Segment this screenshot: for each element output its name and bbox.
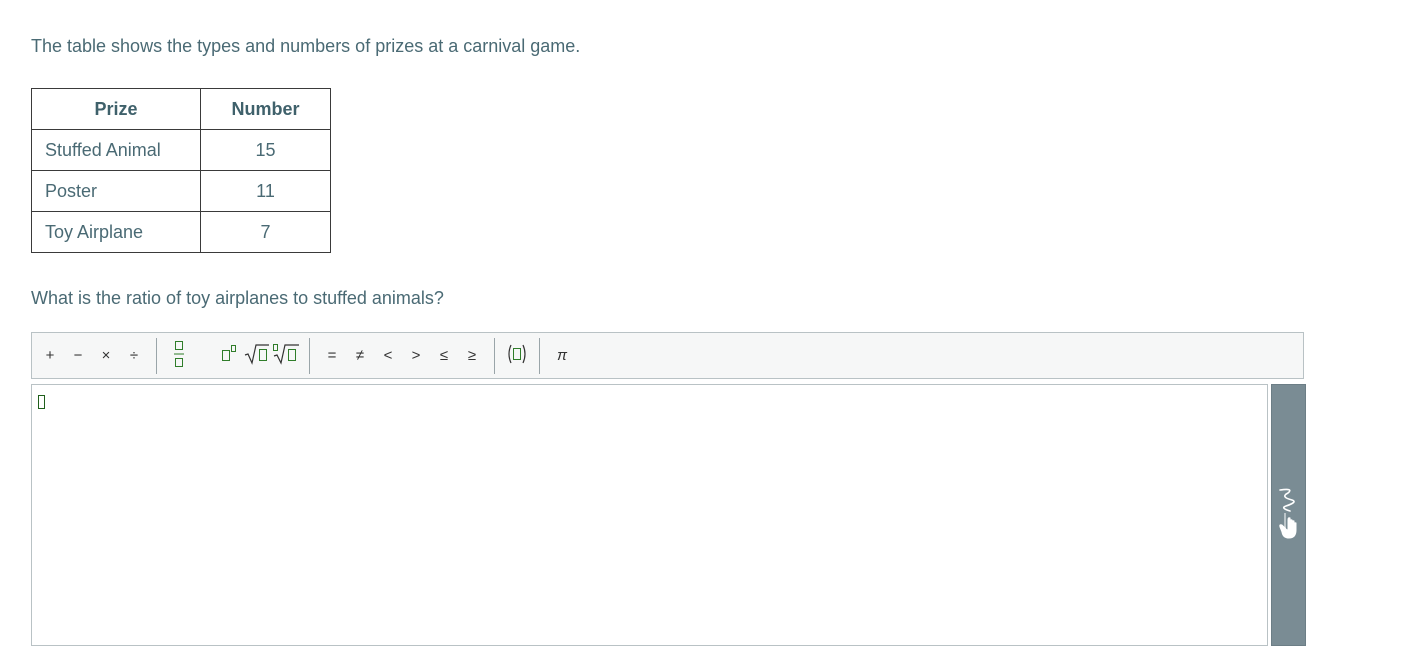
minus-button[interactable]: − <box>64 339 92 373</box>
handwriting-icon <box>1276 486 1302 545</box>
number-cell: 11 <box>200 170 331 212</box>
plus-button[interactable]: + <box>36 339 64 373</box>
parentheses-button[interactable] <box>503 339 531 373</box>
times-button[interactable]: × <box>92 339 120 373</box>
nth-root-button[interactable] <box>271 339 301 373</box>
less-than-button[interactable]: < <box>374 339 402 373</box>
pi-button[interactable]: π <box>548 339 576 373</box>
square-root-icon <box>244 343 270 369</box>
greater-than-button[interactable]: > <box>402 339 430 373</box>
question-text: What is the ratio of toy airplanes to st… <box>31 288 444 308</box>
parentheses-icon <box>506 343 528 369</box>
prize-table: Prize Number Stuffed Animal 15 Poster 11… <box>31 88 331 253</box>
greater-equal-button[interactable]: ≥ <box>458 339 486 373</box>
toolbar-divider <box>494 337 495 374</box>
not-equal-button[interactable]: ≠ <box>346 339 374 373</box>
answer-input[interactable] <box>31 384 1268 646</box>
table-header-row: Prize Number <box>31 88 331 130</box>
nth-root-icon <box>272 343 300 369</box>
table-row: Stuffed Animal 15 <box>31 129 331 171</box>
toolbar-divider <box>309 337 310 374</box>
prize-cell: Toy Airplane <box>31 211 201 253</box>
prompt-text: The table shows the types and numbers of… <box>31 36 581 56</box>
handwriting-toggle-button[interactable] <box>1271 384 1306 646</box>
toolbar-divider <box>156 337 157 374</box>
table-row: Poster 11 <box>31 170 331 212</box>
prize-cell: Poster <box>31 170 201 212</box>
number-cell: 7 <box>200 211 331 253</box>
square-root-button[interactable] <box>243 339 271 373</box>
exponent-icon <box>221 344 237 368</box>
fraction-button[interactable] <box>165 339 193 373</box>
column-header-prize: Prize <box>31 88 201 130</box>
math-toolbar: + − × ÷ = ≠ < > ≤ ≥ π <box>31 332 1304 379</box>
toolbar-divider <box>539 337 540 374</box>
fraction-icon <box>173 340 185 372</box>
exponent-button[interactable] <box>215 339 243 373</box>
equals-button[interactable]: = <box>318 339 346 373</box>
empty-placeholder-box <box>38 395 45 409</box>
column-header-number: Number <box>200 88 331 130</box>
less-equal-button[interactable]: ≤ <box>430 339 458 373</box>
divide-button[interactable]: ÷ <box>120 339 148 373</box>
number-cell: 15 <box>200 129 331 171</box>
table-row: Toy Airplane 7 <box>31 211 331 253</box>
prize-cell: Stuffed Animal <box>31 129 201 171</box>
